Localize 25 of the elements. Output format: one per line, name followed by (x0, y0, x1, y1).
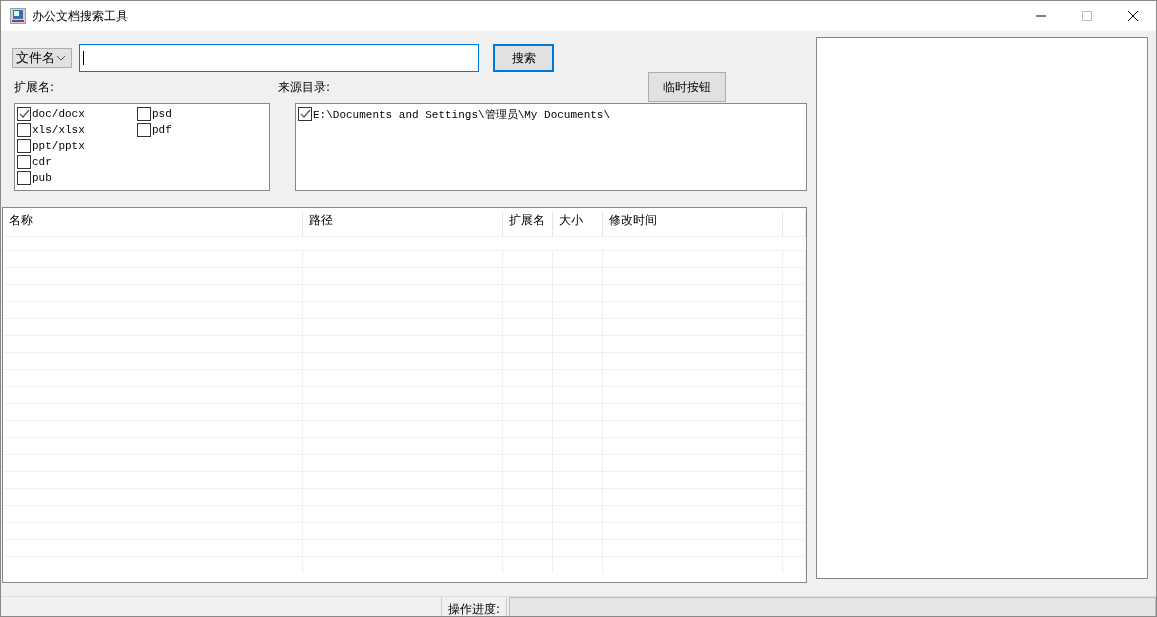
column-header[interactable]: 大小 (553, 212, 603, 236)
window-title: 办公文档搜索工具 (32, 7, 128, 25)
extension-checkbox[interactable]: doc/docx (17, 106, 137, 122)
extension-checkbox[interactable]: pub (17, 170, 137, 186)
extension-checkbox[interactable]: xls/xlsx (17, 122, 137, 138)
chevron-down-icon (56, 55, 66, 61)
search-field[interactable] (79, 44, 479, 72)
extension-label: 扩展名: (14, 79, 56, 96)
column-header[interactable]: 修改时间 (603, 212, 783, 236)
directory-checkbox[interactable]: E:\Documents and Settings\管理员\My Documents\ (298, 106, 804, 122)
column-header[interactable]: 名称 (3, 212, 303, 236)
app-icon (10, 8, 26, 24)
extension-checkbox[interactable]: cdr (17, 154, 137, 170)
column-header[interactable]: 扩展名 (503, 212, 553, 236)
search-mode-dropdown[interactable]: 文件名 (12, 48, 72, 68)
search-button[interactable]: 搜索 (493, 44, 554, 72)
column-header[interactable]: 路径 (303, 212, 503, 236)
temporary-button[interactable]: 临时按钮 (648, 72, 726, 102)
source-directory-label: 来源目录: (278, 79, 332, 96)
checkmark-icon (18, 108, 30, 120)
extension-checkbox[interactable]: ppt/pptx (17, 138, 137, 154)
extension-checkbox[interactable]: pdf (137, 122, 237, 138)
extension-checkbox[interactable]: psd (137, 106, 237, 122)
checkmark-icon (299, 108, 311, 120)
progress-label: 操作进度: (442, 597, 507, 616)
